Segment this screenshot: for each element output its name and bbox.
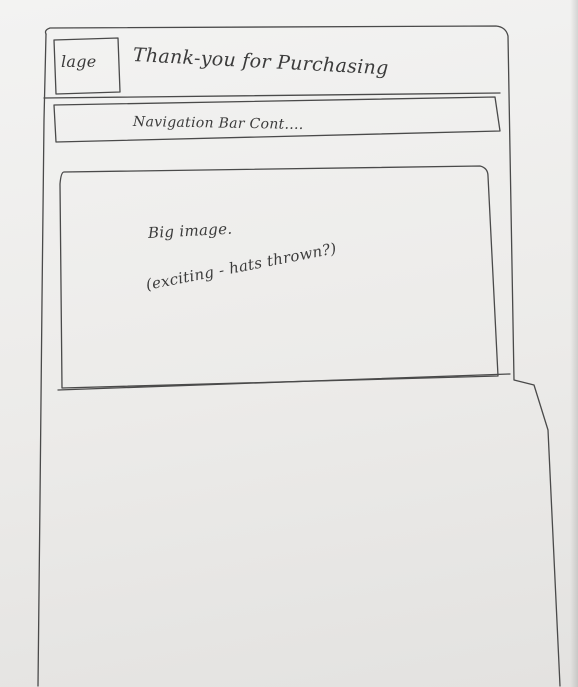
- nav-bar-label: Navigation Bar Cont....: [132, 114, 304, 133]
- logo-placeholder: lage: [61, 52, 97, 71]
- header-divider: [43, 92, 501, 99]
- wireframe-sketch: [37, 25, 561, 687]
- page-frame-left: [37, 33, 47, 687]
- hero-bottom-line: [57, 373, 511, 391]
- hero-image-box: [59, 165, 499, 389]
